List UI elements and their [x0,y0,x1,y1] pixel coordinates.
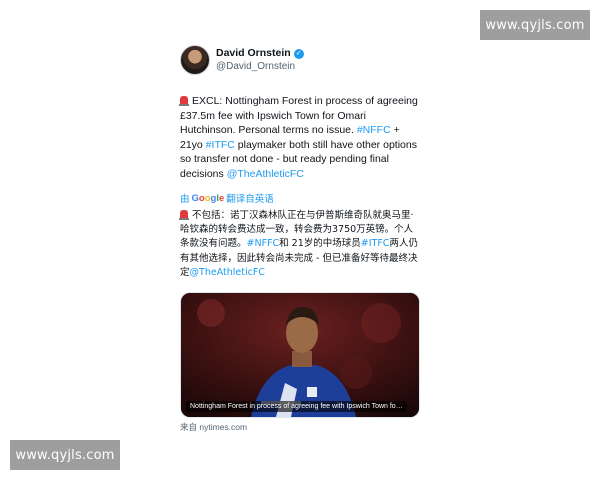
link-card-caption: Nottingham Forest in process of agreeing… [186,401,407,413]
watermark-top: www.qyjls.com [480,10,590,40]
link-card-image[interactable]: Nottingham Forest in process of agreeing… [180,292,420,419]
author-handle[interactable]: @David_Ornstein [216,60,304,73]
zh-hashtag-nffc[interactable]: #NFFC [247,238,280,249]
tweet-header: David Ornstein ✓ @David_Ornstein [180,44,420,76]
watermark-bottom: www.qyjls.com [10,440,120,470]
mention-theathleticfc[interactable]: @TheAthleticFC [227,168,304,180]
tweet-card: David Ornstein ✓ @David_Ornstein EXCL: N… [179,44,420,433]
siren-icon [179,210,189,220]
verified-badge-icon: ✓ [293,48,304,59]
translate-prefix: 由 [180,194,190,205]
link-source[interactable]: 来自 nytimes.com [180,421,420,433]
tweet-text-chinese: 不包括：诺丁汉森林队正在与伊普斯维奇队就奥马里·哈钦森的转会费达成一致，转会费为… [179,209,420,280]
zh-hashtag-itfc[interactable]: #ITFC [361,238,390,249]
author-name-row: David Ornstein ✓ [216,47,304,60]
author-block: David Ornstein ✓ @David_Ornstein [216,47,304,73]
translate-suffix: 翻译自英语 [226,194,274,205]
google-logo-icon: Google [191,192,225,204]
avatar[interactable] [180,45,210,75]
siren-icon [179,96,189,106]
player-photo [181,293,419,418]
author-name[interactable]: David Ornstein [216,47,291,60]
hashtag-nffc[interactable]: #NFFC [357,124,391,136]
tweet-text-english: EXCL: Nottingham Forest in process of ag… [179,94,420,181]
hashtag-itfc[interactable]: #ITFC [206,139,235,151]
zh-mention-theathleticfc[interactable]: @TheAthleticFC [190,267,265,278]
translation-attribution[interactable]: 由 Google 翻译自英语 [180,191,420,206]
zh-text-part2: 和 21岁的中场球员 [279,238,361,250]
